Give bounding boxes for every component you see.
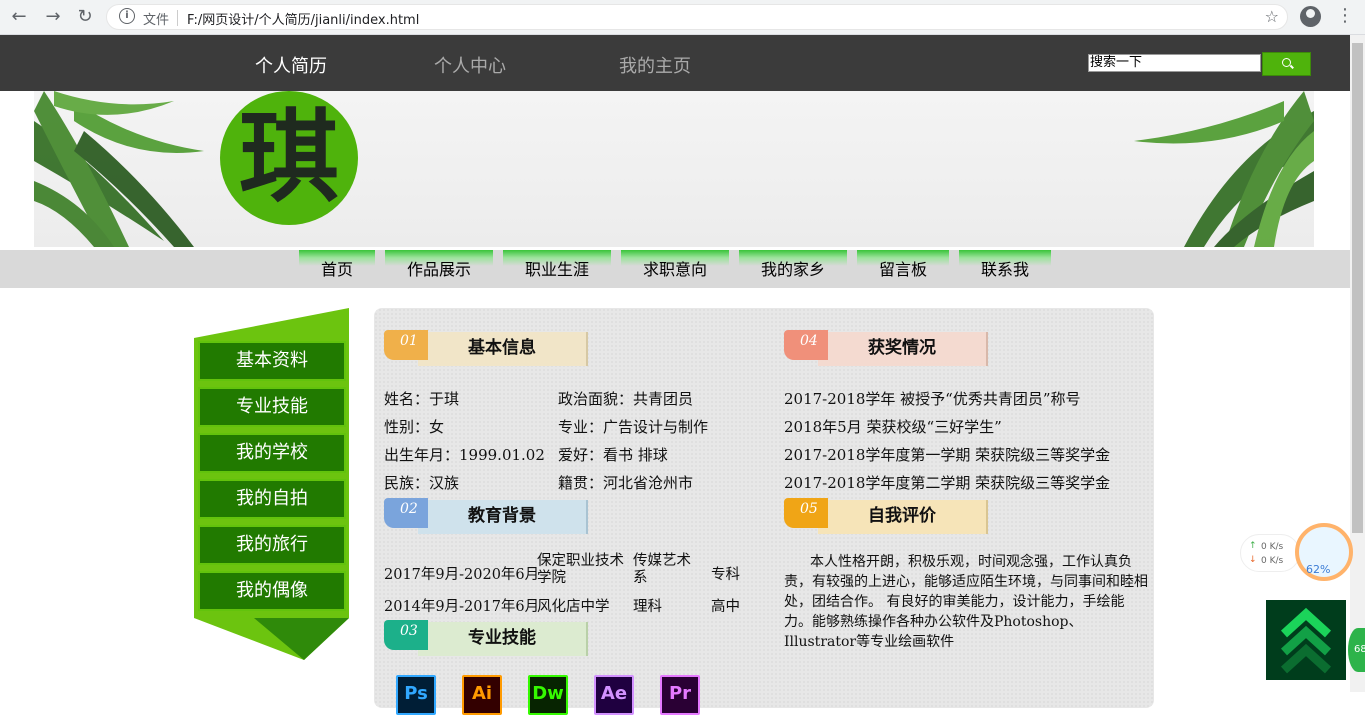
info-hobby: 爱好：看书 排球 [558, 446, 668, 464]
award-item: 2017-2018学年 被授予“优秀共青团员”称号 [784, 390, 1081, 408]
illustrator-icon: Ai [462, 675, 502, 715]
menu-item-home[interactable]: 首页 [299, 250, 375, 288]
url-divider [177, 10, 178, 26]
logo-character: 琪 [239, 98, 339, 216]
download-speed: 0 K/s [1261, 556, 1284, 566]
menu-item-job-intent[interactable]: 求职意向 [621, 250, 729, 288]
section-number: 04 [784, 330, 828, 360]
info-origin: 籍贯：河北省沧州市 [558, 474, 694, 492]
info-ethnicity: 民族：汉族 [384, 474, 460, 492]
sidebar-item-selfie[interactable]: 我的自拍 [198, 479, 346, 519]
bookmark-star-icon[interactable]: ☆ [1265, 7, 1279, 26]
info-name: 姓名：于琪 [384, 390, 460, 408]
side-badge[interactable]: 68 [1348, 628, 1365, 672]
award-item: 2017-2018学年度第一学期 荣获院级三等奖学金 [784, 446, 1111, 464]
section-number: 05 [784, 498, 828, 528]
sidebar-item-travel[interactable]: 我的旅行 [198, 525, 346, 565]
search-input[interactable]: 搜索一下 [1088, 54, 1261, 72]
content-panel: 基本信息 01 姓名：于琪 政治面貌：共青团员 性别：女 专业：广告设计与制作 … [374, 308, 1154, 715]
back-arrow-icon[interactable]: ← [8, 6, 30, 28]
edu-school: 保定职业技术学院 [537, 553, 624, 586]
section-title: 教育背景 [418, 500, 588, 534]
info-politics: 政治面貌：共青团员 [558, 390, 694, 408]
topnav-tab-home[interactable]: 我的主页 [619, 52, 691, 78]
main-menu: 首页 作品展示 职业生涯 求职意向 我的家乡 留言板 联系我 [0, 250, 1350, 288]
sidebar-item-idol[interactable]: 我的偶像 [198, 571, 346, 611]
section-title: 基本信息 [418, 332, 588, 366]
edu-period: 2017年9月-2020年6月 [384, 567, 540, 583]
topnav-tab-resume[interactable]: 个人简历 [255, 52, 327, 78]
memory-percent: 62% [1306, 563, 1331, 576]
edu-level: 高中 [711, 599, 740, 615]
edu-school: 风化店中学 [537, 599, 610, 615]
menu-item-career[interactable]: 职业生涯 [503, 250, 611, 288]
browser-toolbar: ← → ↻ i 文件 F:/网页设计/个人简历/jianli/index.htm… [0, 0, 1365, 35]
section-number: 03 [384, 620, 428, 650]
search-button[interactable] [1262, 52, 1311, 76]
section-title: 专业技能 [418, 622, 588, 656]
info-birth: 出生年月：1999.01.02 [384, 446, 545, 464]
sidebar-item-basic-info[interactable]: 基本资料 [198, 341, 346, 381]
menu-item-contact[interactable]: 联系我 [959, 250, 1051, 288]
download-arrow-icon: ↓ [1249, 555, 1257, 565]
award-item: 2017-2018学年度第二学期 荣获院级三等奖学金 [784, 474, 1111, 492]
header-banner: 琪 [34, 91, 1314, 247]
back-to-top-button[interactable] [1266, 600, 1346, 680]
double-chevron-up-icon [1280, 607, 1332, 674]
info-icon[interactable]: i [119, 8, 135, 24]
logo[interactable]: 琪 [220, 91, 358, 225]
url-text[interactable]: F:/网页设计/个人简历/jianli/index.html [187, 9, 419, 28]
network-speed-widget: ↑ 0 K/s ↓ 0 K/s [1240, 534, 1300, 572]
search-icon [1282, 58, 1291, 67]
section-title: 自我评价 [818, 500, 988, 534]
after-effects-icon: Ae [594, 675, 634, 715]
premiere-icon: Pr [660, 675, 700, 715]
profile-avatar-icon[interactable] [1300, 6, 1321, 27]
menu-item-guestbook[interactable]: 留言板 [857, 250, 949, 288]
browser-menu-icon[interactable]: ⋮ [1336, 5, 1354, 27]
upload-arrow-icon: ↑ [1249, 541, 1257, 551]
info-major: 专业：广告设计与制作 [558, 418, 709, 436]
section-number: 02 [384, 498, 428, 528]
topnav-tab-center[interactable]: 个人中心 [434, 52, 506, 78]
forward-arrow-icon[interactable]: → [42, 6, 64, 28]
upload-speed: 0 K/s [1261, 542, 1284, 552]
dreamweaver-icon: Dw [528, 675, 568, 715]
menu-item-hometown[interactable]: 我的家乡 [739, 250, 847, 288]
edu-major: 传媒艺术系 [633, 553, 691, 586]
self-eval-text: 本人性格开朗，积极乐观，时间观念强，工作认真负责，有较强的上进心，能够适应陌生环… [784, 554, 1148, 650]
sidebar: 基本资料 专业技能 我的学校 我的自拍 我的旅行 我的偶像 [194, 308, 350, 660]
top-navigation: 个人简历 个人中心 我的主页 搜索一下 [0, 35, 1350, 91]
sidebar-item-skills[interactable]: 专业技能 [198, 387, 346, 427]
edu-level: 专科 [711, 567, 740, 583]
edu-major: 理科 [633, 599, 662, 615]
sidebar-item-school[interactable]: 我的学校 [198, 433, 346, 473]
address-bar[interactable]: i 文件 F:/网页设计/个人简历/jianli/index.html ☆ [106, 4, 1288, 30]
page-scrollbar[interactable] [1350, 35, 1365, 692]
url-scheme-label: 文件 [143, 13, 170, 28]
info-gender: 性别：女 [384, 418, 445, 436]
scrollbar-thumb[interactable] [1352, 43, 1363, 533]
section-title: 获奖情况 [818, 332, 988, 366]
reload-icon[interactable]: ↻ [74, 6, 96, 28]
section-number: 01 [384, 330, 428, 360]
award-item: 2018年5月 荣获校级“三好学生” [784, 418, 1002, 436]
photoshop-icon: Ps [396, 675, 436, 715]
edu-period: 2014年9月-2017年6月 [384, 599, 540, 615]
menu-item-works[interactable]: 作品展示 [385, 250, 493, 288]
